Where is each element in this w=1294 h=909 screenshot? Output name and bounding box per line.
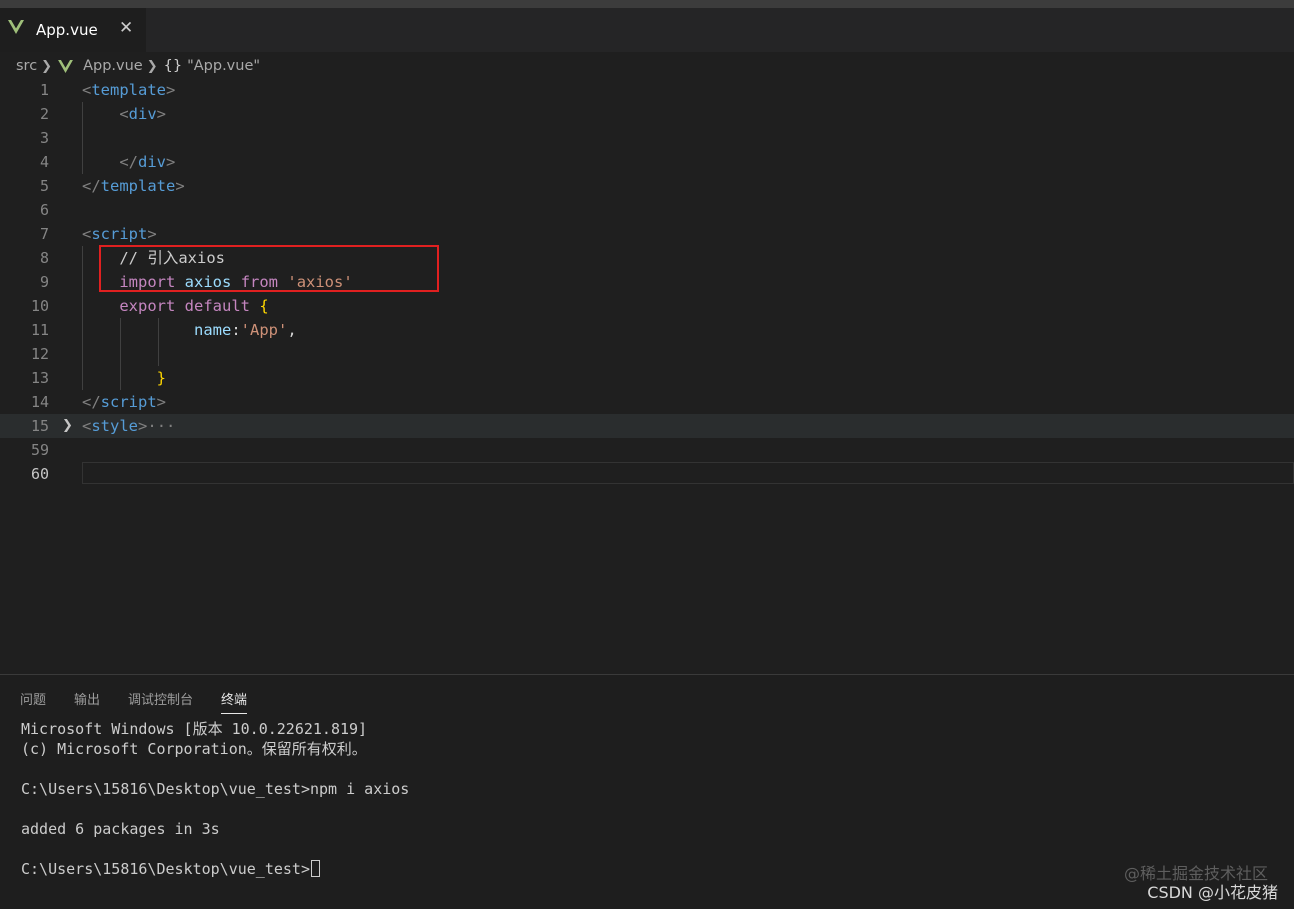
code-line[interactable]: 11 name:'App', (0, 318, 1294, 342)
terminal-line: Microsoft Windows [版本 10.0.22621.819] (21, 720, 368, 738)
panel-tabs: 问题 输出 调试控制台 终端 (20, 689, 275, 714)
tab-label: App.vue (36, 21, 98, 39)
code-line[interactable]: 7 <script> (0, 222, 1294, 246)
code-line[interactable]: 4 </div> (0, 150, 1294, 174)
line-number: 14 (30, 393, 49, 411)
terminal-line: (c) Microsoft Corporation。保留所有权利。 (21, 740, 367, 758)
code-text: name:'App', (193, 321, 297, 339)
highlight-annotation-box (99, 245, 439, 292)
code-line[interactable]: 60 (0, 462, 1294, 486)
code-text: <script> (82, 225, 157, 243)
code-text: <template> (82, 81, 176, 99)
code-text: </div> (119, 153, 176, 171)
code-text: </template> (82, 177, 185, 195)
title-strip (0, 0, 1294, 8)
code-text: <style>··· (82, 417, 176, 435)
code-line[interactable]: 3 (0, 126, 1294, 150)
line-number: 9 (39, 273, 49, 291)
code-text: <div> (119, 105, 167, 123)
line-number: 8 (39, 249, 49, 267)
code-line[interactable]: 13 } (0, 366, 1294, 390)
bottom-panel: 问题 输出 调试控制台 终端 Microsoft Windows [版本 10.0.2… (0, 674, 1294, 909)
current-line-highlight (82, 462, 1294, 484)
panel-tab[interactable]: 终端 (221, 689, 248, 714)
code-line[interactable]: ❯ 15 <style>··· (0, 414, 1294, 438)
breadcrumb: src ❯ App.vue ❯ {} "App.vue" (16, 56, 260, 76)
line-number: 15 (30, 417, 49, 435)
panel-tab[interactable]: 调试控制台 (128, 689, 193, 714)
line-number: 11 (30, 321, 49, 339)
line-number: 7 (39, 225, 49, 243)
line-number: 10 (30, 297, 49, 315)
code-line[interactable]: 14 </script> (0, 390, 1294, 414)
code-line[interactable]: 10 export default { (0, 294, 1294, 318)
terminal-line: C:\Users\15816\Desktop\vue_test>npm i ax… (21, 780, 410, 798)
tab-app-vue[interactable]: App.vue ✕ (0, 8, 146, 52)
line-number: 6 (39, 201, 49, 219)
code-text: export default { (119, 297, 269, 315)
line-number: 59 (30, 441, 49, 459)
code-line[interactable]: 2 <div> (0, 102, 1294, 126)
fold-chevron-icon[interactable]: ❯ (62, 418, 73, 433)
line-number: 60 (30, 465, 49, 483)
panel-tab[interactable]: 输出 (74, 689, 100, 714)
breadcrumb-folder[interactable]: src (16, 58, 37, 74)
chevron-right-icon: ❯ (41, 58, 53, 74)
line-number: 3 (39, 129, 49, 147)
breadcrumb-file[interactable]: App.vue (83, 58, 143, 74)
panel-tab[interactable]: 问题 (20, 689, 46, 714)
code-text: } (156, 369, 166, 387)
terminal-line: added 6 packages in 3s (21, 820, 220, 838)
chevron-right-icon: ❯ (146, 58, 158, 74)
braces-icon: {} (163, 58, 183, 74)
line-number: 5 (39, 177, 49, 195)
code-line[interactable]: 59 (0, 438, 1294, 462)
code-text: </script> (82, 393, 167, 411)
vue-file-icon (58, 59, 74, 73)
line-number: 4 (39, 153, 49, 171)
code-line[interactable]: 1 <template> (0, 78, 1294, 102)
terminal-line: C:\Users\15816\Desktop\vue_test> (21, 859, 1271, 879)
code-line[interactable]: 5 </template> (0, 174, 1294, 198)
line-number: 2 (39, 105, 49, 123)
code-line[interactable]: 12 (0, 342, 1294, 366)
code-line[interactable]: 6 (0, 198, 1294, 222)
watermark-csdn: CSDN @小花皮猪 (1147, 883, 1278, 902)
vue-file-icon (8, 20, 24, 34)
line-number: 13 (30, 369, 49, 387)
terminal-output[interactable]: Microsoft Windows [版本 10.0.22621.819] (c)… (21, 719, 1271, 879)
breadcrumb-symbol[interactable]: "App.vue" (187, 58, 260, 74)
close-icon[interactable]: ✕ (119, 18, 133, 38)
terminal-cursor (310, 860, 320, 877)
editor-tab-bar: App.vue ✕ (0, 8, 1294, 52)
line-number: 1 (39, 81, 49, 99)
line-number: 12 (30, 345, 49, 363)
